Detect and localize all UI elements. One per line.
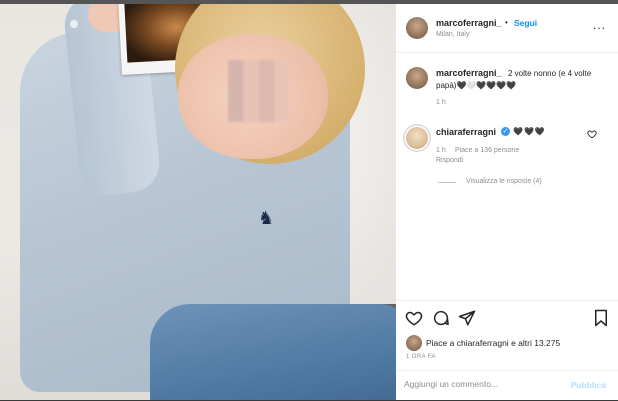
comment-text: 🖤🖤🖤 (513, 127, 546, 136)
comment-likes[interactable]: Piace a 136 persone (455, 147, 519, 154)
liker-avatar[interactable] (406, 335, 422, 351)
post-timestamp[interactable]: 1 ORA FA (406, 354, 436, 360)
commenter-username[interactable]: chiaraferragni (436, 127, 496, 137)
more-options-button[interactable]: ... (593, 18, 606, 32)
verified-badge-icon: ✓ (501, 127, 510, 136)
author-username[interactable]: marcoferragni_ (436, 18, 502, 28)
photo-shirt-logo: ♞ (258, 208, 275, 228)
post-side-panel: marcoferragni_ • Segui Milan, Italy ... … (396, 4, 618, 400)
caption-avatar[interactable] (406, 67, 428, 89)
publish-button[interactable]: Pubblica (571, 380, 606, 390)
comment-form: Pubblica (396, 370, 618, 401)
likes-suffix[interactable]: e altri 13.275 (509, 338, 560, 348)
post-location[interactable]: Milan, Italy (436, 31, 469, 38)
comment-like-icon[interactable] (587, 129, 597, 139)
paper-plane-icon[interactable] (458, 309, 476, 327)
commenter-avatar[interactable] (406, 127, 428, 149)
replies-divider (438, 182, 456, 183)
photo-pixelated-area (228, 60, 290, 122)
likes-summary[interactable]: Piace a chiaraferragni e altri 13.275 (426, 338, 560, 348)
caption-time[interactable]: 1 h (436, 99, 446, 106)
comment-input[interactable] (404, 379, 554, 389)
post-header: marcoferragni_ • Segui Milan, Italy ... (396, 4, 618, 53)
photo-subject-jeans (150, 304, 396, 400)
post-photo[interactable]: ♞ (0, 4, 396, 400)
caption-text: 2 volte nonno (e 4 volte papà)🖤🤍🖤🖤🖤🖤 (436, 69, 592, 90)
author-avatar[interactable] (406, 17, 428, 39)
comment-icon[interactable] (432, 309, 450, 327)
photo-shirt-button (70, 20, 78, 28)
header-separator: • (505, 18, 508, 27)
reply-button[interactable]: Rispondi (436, 157, 463, 164)
likes-prefix: Piace a (426, 338, 457, 348)
heart-icon[interactable] (405, 309, 423, 327)
follow-button[interactable]: Segui (514, 18, 537, 28)
likes-user[interactable]: chiaraferragni (457, 338, 509, 348)
view-replies-button[interactable]: Visualizza le risposte (4) (466, 178, 542, 185)
bookmark-icon[interactable] (593, 309, 609, 327)
comment-time[interactable]: 1 h (436, 147, 446, 154)
